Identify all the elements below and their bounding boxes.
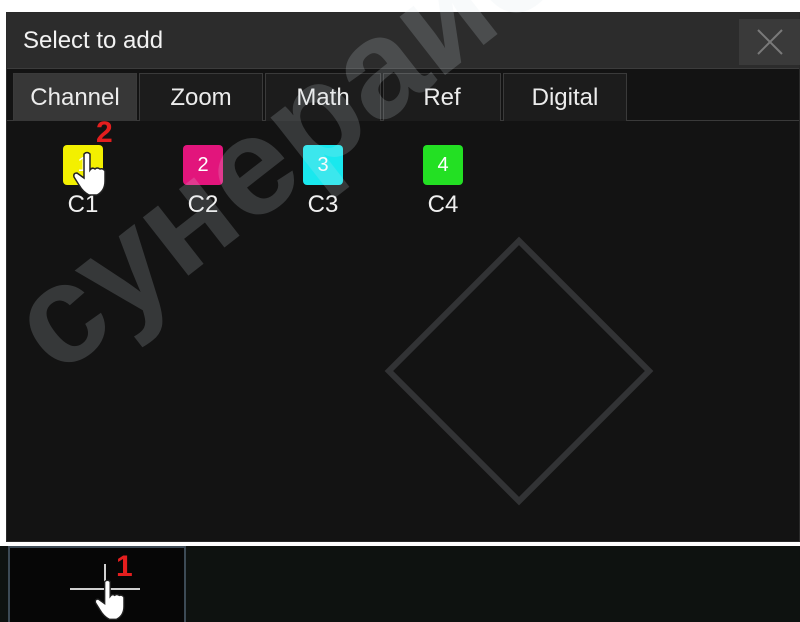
hand-pointer-icon xyxy=(73,151,106,196)
tab-math[interactable]: Math xyxy=(265,73,381,121)
channel-2-label: C2 xyxy=(187,191,219,218)
hand-pointer-icon-bottom xyxy=(94,579,125,620)
channel-3-label: C3 xyxy=(307,191,339,218)
tab-ref[interactable]: Ref xyxy=(383,73,501,121)
channel-4-number: 4 xyxy=(437,153,449,176)
tab-digital[interactable]: Digital xyxy=(503,73,627,121)
channel-item-c3[interactable]: 3 C3 xyxy=(299,145,347,241)
select-to-add-dialog: Select to add Channel Zoom Math Ref Digi… xyxy=(6,12,800,542)
channel-item-c4[interactable]: 4 C4 xyxy=(419,145,467,241)
tab-zoom[interactable]: Zoom xyxy=(139,73,263,121)
channel-3-number: 3 xyxy=(317,153,329,176)
dialog-title: Select to add xyxy=(23,27,164,54)
dialog-titlebar: Select to add xyxy=(7,13,800,69)
step-2-annotation: 2 xyxy=(96,116,113,149)
tab-channel[interactable]: Channel xyxy=(13,73,137,121)
channel-2-number: 2 xyxy=(197,153,209,176)
channel-item-c2[interactable]: 2 C2 xyxy=(179,145,227,241)
channel-2-swatch[interactable]: 2 xyxy=(183,145,223,185)
channel-4-swatch[interactable]: 4 xyxy=(423,145,463,185)
channel-3-swatch[interactable]: 3 xyxy=(303,145,343,185)
channel-4-label: C4 xyxy=(427,191,459,218)
close-button[interactable] xyxy=(739,19,800,65)
tab-bar: Channel Zoom Math Ref Digital xyxy=(7,73,799,121)
close-icon xyxy=(757,29,783,55)
